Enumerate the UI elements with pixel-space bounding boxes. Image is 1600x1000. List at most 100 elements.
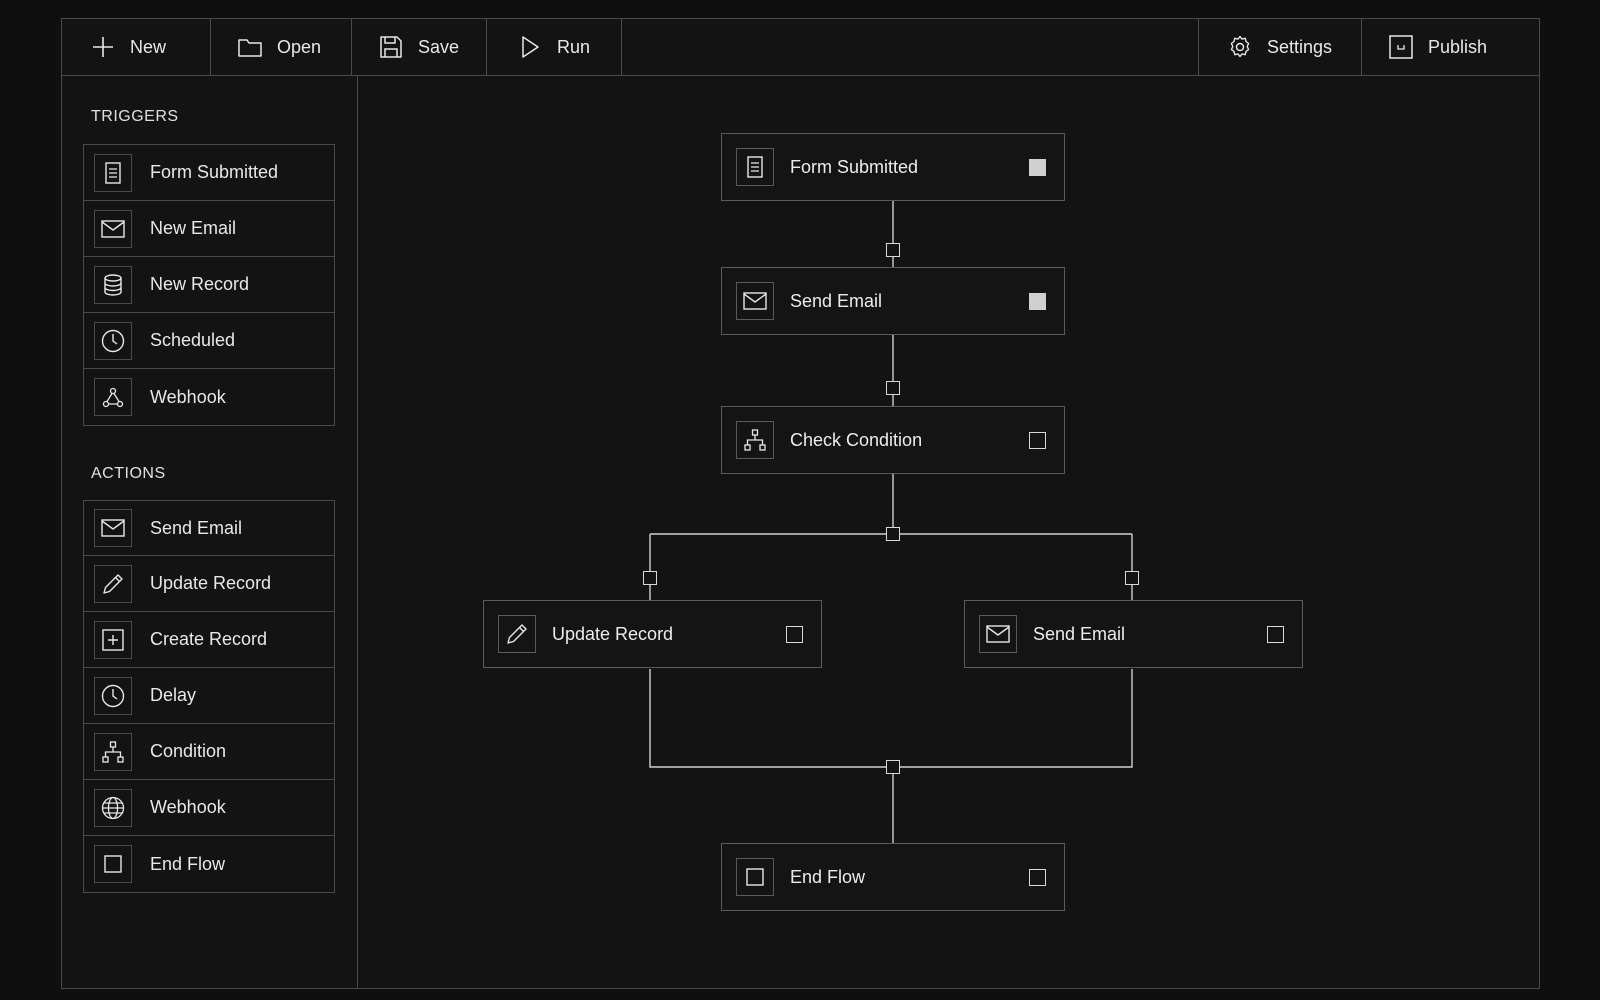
run-label: Run [557, 36, 591, 57]
action-condition[interactable]: Condition [84, 724, 334, 780]
open-label: Open [277, 36, 322, 57]
connector-port[interactable] [886, 243, 900, 257]
pal-label: End Flow [150, 853, 226, 874]
pal-label: New Record [150, 274, 250, 294]
trigger-webhook[interactable]: Webhook [84, 369, 334, 425]
node-checkbox[interactable] [1267, 625, 1284, 643]
mail-icon [94, 509, 132, 547]
toolbar-divider [621, 19, 622, 75]
play-icon [517, 34, 543, 60]
node-checkbox[interactable] [1029, 158, 1046, 176]
node-checkbox[interactable] [1029, 868, 1046, 886]
pal-label: Form Submitted [150, 162, 279, 182]
pal-label: Condition [150, 741, 227, 761]
actions-title: ACTIONS [91, 465, 166, 482]
node-checkbox[interactable] [786, 625, 803, 643]
action-delay[interactable]: Delay [84, 668, 334, 724]
folder-icon [237, 34, 263, 60]
toolbar: New Open Save Run Settings Publish [62, 19, 1539, 76]
pal-label: Create Record [150, 629, 268, 649]
node-label: Send Email [1033, 623, 1126, 644]
flow-node-send-email-branch[interactable]: Send Email [964, 600, 1303, 668]
action-end-flow[interactable]: End Flow [84, 836, 334, 892]
actions-palette: Send Email Update Record Create Record D… [83, 500, 335, 893]
form-icon [736, 148, 774, 186]
branch-icon [94, 732, 132, 771]
mail-icon [736, 282, 774, 320]
action-create-record[interactable]: Create Record [84, 612, 334, 668]
publish-button[interactable]: Publish [1388, 19, 1487, 75]
flow-node-send-email[interactable]: Send Email [721, 267, 1065, 335]
new-label: New [130, 36, 167, 57]
action-webhook[interactable]: Webhook [84, 780, 334, 836]
gear-icon [1227, 34, 1253, 60]
branch-icon [736, 421, 774, 459]
toolbar-divider [351, 19, 352, 75]
flow-node-end-flow[interactable]: End Flow [721, 843, 1065, 911]
trigger-form-submitted[interactable]: Form Submitted [84, 145, 334, 201]
toolbar-divider [486, 19, 487, 75]
triggers-palette: Form Submitted New Email New Record Sche… [83, 144, 335, 426]
node-label: End Flow [790, 866, 866, 887]
publish-label: Publish [1428, 36, 1488, 57]
clock-icon [94, 321, 132, 360]
publish-icon [1388, 34, 1414, 60]
pal-label: Scheduled [150, 330, 236, 350]
save-button[interactable]: Save [378, 19, 459, 75]
save-label: Save [418, 36, 460, 57]
pal-label: Send Email [150, 517, 243, 538]
clock-icon [94, 676, 132, 715]
pencil-icon [498, 615, 536, 653]
trigger-new-email[interactable]: New Email [84, 201, 334, 257]
node-label: Send Email [790, 290, 883, 311]
plus-box-icon [94, 620, 132, 659]
connector-merge-left [649, 669, 893, 768]
pal-label: New Email [150, 218, 237, 238]
flow-canvas[interactable]: Form Submitted Send Email Check Conditio… [359, 76, 1539, 988]
webhook-icon [94, 378, 132, 416]
globe-icon [94, 788, 132, 827]
node-label: Check Condition [790, 429, 923, 450]
app-window: New Open Save Run Settings Publish TRIGG… [61, 18, 1540, 989]
node-checkbox[interactable] [1029, 431, 1046, 449]
connector-port[interactable] [886, 381, 900, 395]
trigger-new-record[interactable]: New Record [84, 257, 334, 313]
node-label: Update Record [552, 623, 674, 644]
database-icon [94, 265, 132, 304]
connector-merge-right [893, 669, 1133, 768]
toolbar-divider [1198, 19, 1199, 75]
flow-node-check-condition[interactable]: Check Condition [721, 406, 1065, 474]
toolbar-divider [210, 19, 211, 75]
node-label: Form Submitted [790, 156, 919, 177]
settings-button[interactable]: Settings [1227, 19, 1332, 75]
pencil-icon [94, 564, 132, 603]
trigger-scheduled[interactable]: Scheduled [84, 313, 334, 369]
pal-label: Update Record [150, 573, 272, 593]
save-icon [378, 34, 404, 60]
open-button[interactable]: Open [237, 19, 321, 75]
flow-node-update-record[interactable]: Update Record [483, 600, 822, 668]
run-button[interactable]: Run [517, 19, 590, 75]
branch-port[interactable] [886, 527, 900, 541]
toolbar-divider [1361, 19, 1362, 75]
new-button[interactable]: New [90, 19, 166, 75]
mail-icon [979, 615, 1017, 653]
triggers-title: TRIGGERS [91, 108, 179, 125]
pal-label: Webhook [150, 386, 226, 407]
flow-node-form-submitted[interactable]: Form Submitted [721, 133, 1065, 201]
form-icon [94, 153, 132, 192]
sidebar: TRIGGERS Form Submitted New Email New Re… [62, 76, 358, 988]
pal-label: Delay [150, 685, 197, 705]
pal-label: Webhook [150, 797, 226, 817]
settings-label: Settings [1267, 36, 1333, 57]
mail-icon [94, 209, 132, 248]
stop-icon [94, 845, 132, 883]
plus-icon [90, 34, 116, 60]
node-checkbox[interactable] [1029, 292, 1046, 310]
action-send-email[interactable]: Send Email [84, 501, 334, 556]
stop-icon [736, 858, 774, 896]
merge-port[interactable] [886, 760, 900, 774]
connector-port[interactable] [643, 571, 657, 585]
connector-port[interactable] [1125, 571, 1139, 585]
action-update-record[interactable]: Update Record [84, 556, 334, 612]
